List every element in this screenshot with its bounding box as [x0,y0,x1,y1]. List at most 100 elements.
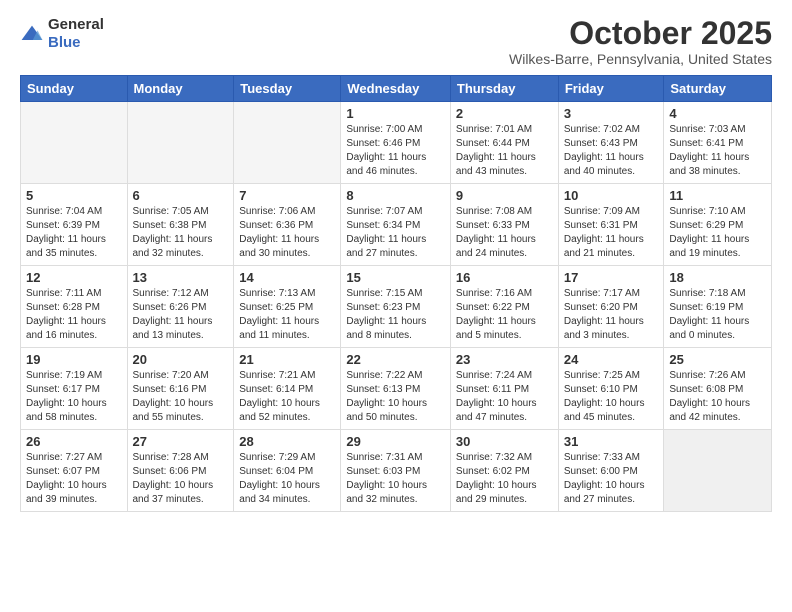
day-number: 28 [239,434,335,449]
weekday-header-wednesday: Wednesday [341,76,451,102]
day-info: Sunrise: 7:06 AMSunset: 6:36 PMDaylight:… [239,205,335,261]
calendar-day-cell [234,102,341,184]
page-container: General Blue October 2025 Wilkes-Barre, … [0,0,792,612]
calendar-day-cell: 27 Sunrise: 7:28 AMSunset: 6:06 PMDayligh… [127,430,234,512]
day-number: 12 [26,270,122,285]
day-info: Sunrise: 7:25 AMSunset: 6:10 PMDaylight:… [564,369,659,425]
weekday-header-friday: Friday [558,76,664,102]
calendar-day-cell: 19 Sunrise: 7:19 AMSunset: 6:17 PMDayligh… [21,348,128,430]
calendar-day-cell: 2Sunrise: 7:01 AMSunset: 6:44 PMDaylight… [450,102,558,184]
day-number: 24 [564,352,659,367]
day-info: Sunrise: 7:12 AMSunset: 6:26 PMDaylight:… [133,287,229,343]
calendar-day-cell: 22Sunrise: 7:22 AMSunset: 6:13 PMDayligh… [341,348,451,430]
weekday-header-row: SundayMondayTuesdayWednesdayThursdayFrid… [21,76,772,102]
day-number: 30 [456,434,553,449]
calendar-day-cell: 28Sunrise: 7:29 AMSunset: 6:04 PMDayligh… [234,430,341,512]
day-number: 6 [133,188,229,203]
logo-general: General [48,16,104,33]
day-info: Sunrise: 7:28 AMSunset: 6:06 PMDaylight:… [133,451,229,507]
day-number: 14 [239,270,335,285]
day-info: Sunrise: 7:02 AMSunset: 6:43 PMDaylight:… [564,123,659,179]
day-number: 18 [669,270,766,285]
day-info: Sunrise: 7:13 AMSunset: 6:25 PMDaylight:… [239,287,335,343]
day-info: Sunrise: 7:05 AMSunset: 6:38 PMDaylight:… [133,205,229,261]
calendar-table: SundayMondayTuesdayWednesdayThursdayFrid… [20,75,772,512]
day-info: Sunrise: 7:22 AMSunset: 6:13 PMDaylight:… [346,369,445,425]
calendar-day-cell: 11 Sunrise: 7:10 AMSunset: 6:29 PMDayligh… [664,184,772,266]
weekday-header-saturday: Saturday [664,76,772,102]
day-info: Sunrise: 7:08 AMSunset: 6:33 PMDaylight:… [456,205,553,261]
weekday-header-thursday: Thursday [450,76,558,102]
day-number: 31 [564,434,659,449]
logo-text: General Blue [48,16,104,52]
day-info: Sunrise: 7:26 AMSunset: 6:08 PMDaylight:… [669,369,766,425]
calendar-day-cell: 26 Sunrise: 7:27 AMSunset: 6:07 PMDayligh… [21,430,128,512]
calendar-week-row: 5 Sunrise: 7:04 AMSunset: 6:39 PMDaylight… [21,184,772,266]
calendar-day-cell [664,430,772,512]
calendar-day-cell: 25 Sunrise: 7:26 AMSunset: 6:08 PMDayligh… [664,348,772,430]
calendar-day-cell: 20 Sunrise: 7:20 AMSunset: 6:16 PMDayligh… [127,348,234,430]
calendar-day-cell: 5 Sunrise: 7:04 AMSunset: 6:39 PMDaylight… [21,184,128,266]
logo-icon [20,24,44,44]
day-number: 27 [133,434,229,449]
calendar-day-cell: 16 Sunrise: 7:16 AMSunset: 6:22 PMDayligh… [450,266,558,348]
day-number: 17 [564,270,659,285]
calendar-day-cell: 18 Sunrise: 7:18 AMSunset: 6:19 PMDayligh… [664,266,772,348]
day-number: 25 [669,352,766,367]
calendar-day-cell: 3Sunrise: 7:02 AMSunset: 6:43 PMDaylight… [558,102,664,184]
calendar-day-cell: 8Sunrise: 7:07 AMSunset: 6:34 PMDaylight… [341,184,451,266]
day-info: Sunrise: 7:17 AMSunset: 6:20 PMDaylight:… [564,287,659,343]
day-info: Sunrise: 7:04 AMSunset: 6:39 PMDaylight:… [26,205,122,261]
calendar-day-cell: 1Sunrise: 7:00 AMSunset: 6:46 PMDaylight… [341,102,451,184]
location: Wilkes-Barre, Pennsylvania, United State… [509,51,772,67]
calendar-day-cell [21,102,128,184]
calendar-day-cell: 7Sunrise: 7:06 AMSunset: 6:36 PMDaylight… [234,184,341,266]
day-info: Sunrise: 7:24 AMSunset: 6:11 PMDaylight:… [456,369,553,425]
calendar-day-cell: 24 Sunrise: 7:25 AMSunset: 6:10 PMDayligh… [558,348,664,430]
day-number: 4 [669,106,766,121]
weekday-header-sunday: Sunday [21,76,128,102]
day-info: Sunrise: 7:20 AMSunset: 6:16 PMDaylight:… [133,369,229,425]
month-title: October 2025 [509,16,772,51]
day-number: 19 [26,352,122,367]
day-number: 11 [669,188,766,203]
day-number: 29 [346,434,445,449]
day-number: 20 [133,352,229,367]
day-info: Sunrise: 7:03 AMSunset: 6:41 PMDaylight:… [669,123,766,179]
calendar-day-cell: 30Sunrise: 7:32 AMSunset: 6:02 PMDayligh… [450,430,558,512]
day-number: 16 [456,270,553,285]
calendar-week-row: 19 Sunrise: 7:19 AMSunset: 6:17 PMDayligh… [21,348,772,430]
title-section: October 2025 Wilkes-Barre, Pennsylvania,… [509,16,772,67]
day-info: Sunrise: 7:10 AMSunset: 6:29 PMDaylight:… [669,205,766,261]
day-info: Sunrise: 7:07 AMSunset: 6:34 PMDaylight:… [346,205,445,261]
day-info: Sunrise: 7:15 AMSunset: 6:23 PMDaylight:… [346,287,445,343]
day-number: 15 [346,270,445,285]
day-info: Sunrise: 7:09 AMSunset: 6:31 PMDaylight:… [564,205,659,261]
calendar-day-cell: 15 Sunrise: 7:15 AMSunset: 6:23 PMDayligh… [341,266,451,348]
calendar-day-cell: 10Sunrise: 7:09 AMSunset: 6:31 PMDayligh… [558,184,664,266]
day-number: 5 [26,188,122,203]
day-number: 26 [26,434,122,449]
calendar-week-row: 12Sunrise: 7:11 AMSunset: 6:28 PMDayligh… [21,266,772,348]
day-info: Sunrise: 7:01 AMSunset: 6:44 PMDaylight:… [456,123,553,179]
calendar-day-cell: 29Sunrise: 7:31 AMSunset: 6:03 PMDayligh… [341,430,451,512]
weekday-header-monday: Monday [127,76,234,102]
calendar-day-cell: 31 Sunrise: 7:33 AMSunset: 6:00 PMDayligh… [558,430,664,512]
day-info: Sunrise: 7:27 AMSunset: 6:07 PMDaylight:… [26,451,122,507]
day-number: 13 [133,270,229,285]
day-info: Sunrise: 7:18 AMSunset: 6:19 PMDaylight:… [669,287,766,343]
day-info: Sunrise: 7:33 AMSunset: 6:00 PMDaylight:… [564,451,659,507]
day-number: 23 [456,352,553,367]
day-info: Sunrise: 7:16 AMSunset: 6:22 PMDaylight:… [456,287,553,343]
day-number: 21 [239,352,335,367]
day-info: Sunrise: 7:00 AMSunset: 6:46 PMDaylight:… [346,123,445,179]
header: General Blue October 2025 Wilkes-Barre, … [20,16,772,67]
logo-blue: Blue [48,34,81,51]
day-number: 9 [456,188,553,203]
calendar-day-cell: 21Sunrise: 7:21 AMSunset: 6:14 PMDayligh… [234,348,341,430]
calendar-day-cell: 6 Sunrise: 7:05 AMSunset: 6:38 PMDaylight… [127,184,234,266]
calendar-week-row: 1Sunrise: 7:00 AMSunset: 6:46 PMDaylight… [21,102,772,184]
calendar-week-row: 26 Sunrise: 7:27 AMSunset: 6:07 PMDayligh… [21,430,772,512]
calendar-day-cell: 14 Sunrise: 7:13 AMSunset: 6:25 PMDayligh… [234,266,341,348]
day-info: Sunrise: 7:19 AMSunset: 6:17 PMDaylight:… [26,369,122,425]
